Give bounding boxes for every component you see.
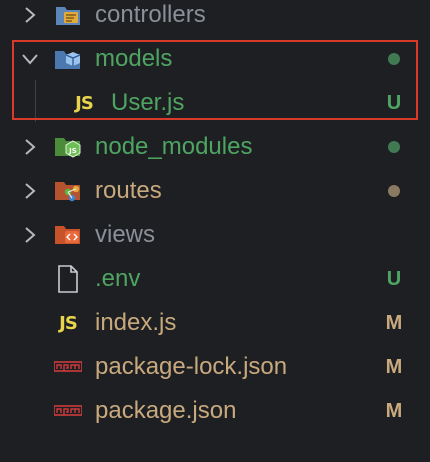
tree-item-label: routes <box>95 177 162 204</box>
node-modules-folder-icon: JS <box>54 133 82 161</box>
git-status-badge: U <box>386 267 402 290</box>
chevron-right-icon[interactable] <box>20 5 40 25</box>
chevron-down-icon[interactable] <box>20 49 40 69</box>
chevron-right-icon[interactable] <box>20 181 40 201</box>
models-folder-icon <box>54 45 82 73</box>
tree-item-env[interactable]: .env U <box>0 257 430 301</box>
status-dot <box>384 37 404 81</box>
tree-item-index-js[interactable]: JS index.js M <box>0 301 430 345</box>
git-status-badge: U <box>386 91 402 114</box>
tree-item-user-js[interactable]: JS User.js U <box>0 81 430 125</box>
chevron-right-icon[interactable] <box>20 137 40 157</box>
npm-file-icon <box>54 397 82 425</box>
git-status-badge: M <box>385 355 403 378</box>
file-explorer-tree: controllers models JS User.js U JS node_… <box>0 0 430 462</box>
tree-item-label: User.js <box>111 89 185 116</box>
tree-item-label: package-lock.json <box>95 353 288 380</box>
tree-item-package-json[interactable]: package.json M <box>0 389 430 433</box>
git-status-badge: M <box>385 399 403 422</box>
tree-item-label: package.json <box>95 397 237 424</box>
views-folder-icon <box>54 221 82 249</box>
js-file-icon: JS <box>59 312 78 334</box>
tree-item-label: .env <box>95 265 141 292</box>
tree-item-label: index.js <box>95 309 177 336</box>
env-file-icon <box>54 265 82 293</box>
tree-item-label: controllers <box>95 1 206 28</box>
tree-item-label: node_modules <box>95 133 253 160</box>
status-dot <box>384 169 404 213</box>
tree-item-node-modules[interactable]: JS node_modules <box>0 125 430 169</box>
tree-item-label: views <box>95 221 156 248</box>
git-status-badge: M <box>385 311 403 334</box>
npm-file-icon <box>54 353 82 381</box>
js-file-icon: JS <box>75 92 94 114</box>
tree-item-controllers[interactable]: controllers <box>0 0 430 37</box>
tree-item-package-lock-json[interactable]: package-lock.json M <box>0 345 430 389</box>
tree-item-views[interactable]: views <box>0 213 430 257</box>
tree-item-label: models <box>95 45 173 72</box>
routes-folder-icon <box>54 177 82 205</box>
controllers-folder-icon <box>54 1 82 29</box>
svg-text:JS: JS <box>68 147 77 155</box>
tree-item-models[interactable]: models <box>0 37 430 81</box>
chevron-right-icon[interactable] <box>20 225 40 245</box>
status-dot <box>384 125 404 169</box>
tree-item-routes[interactable]: routes <box>0 169 430 213</box>
